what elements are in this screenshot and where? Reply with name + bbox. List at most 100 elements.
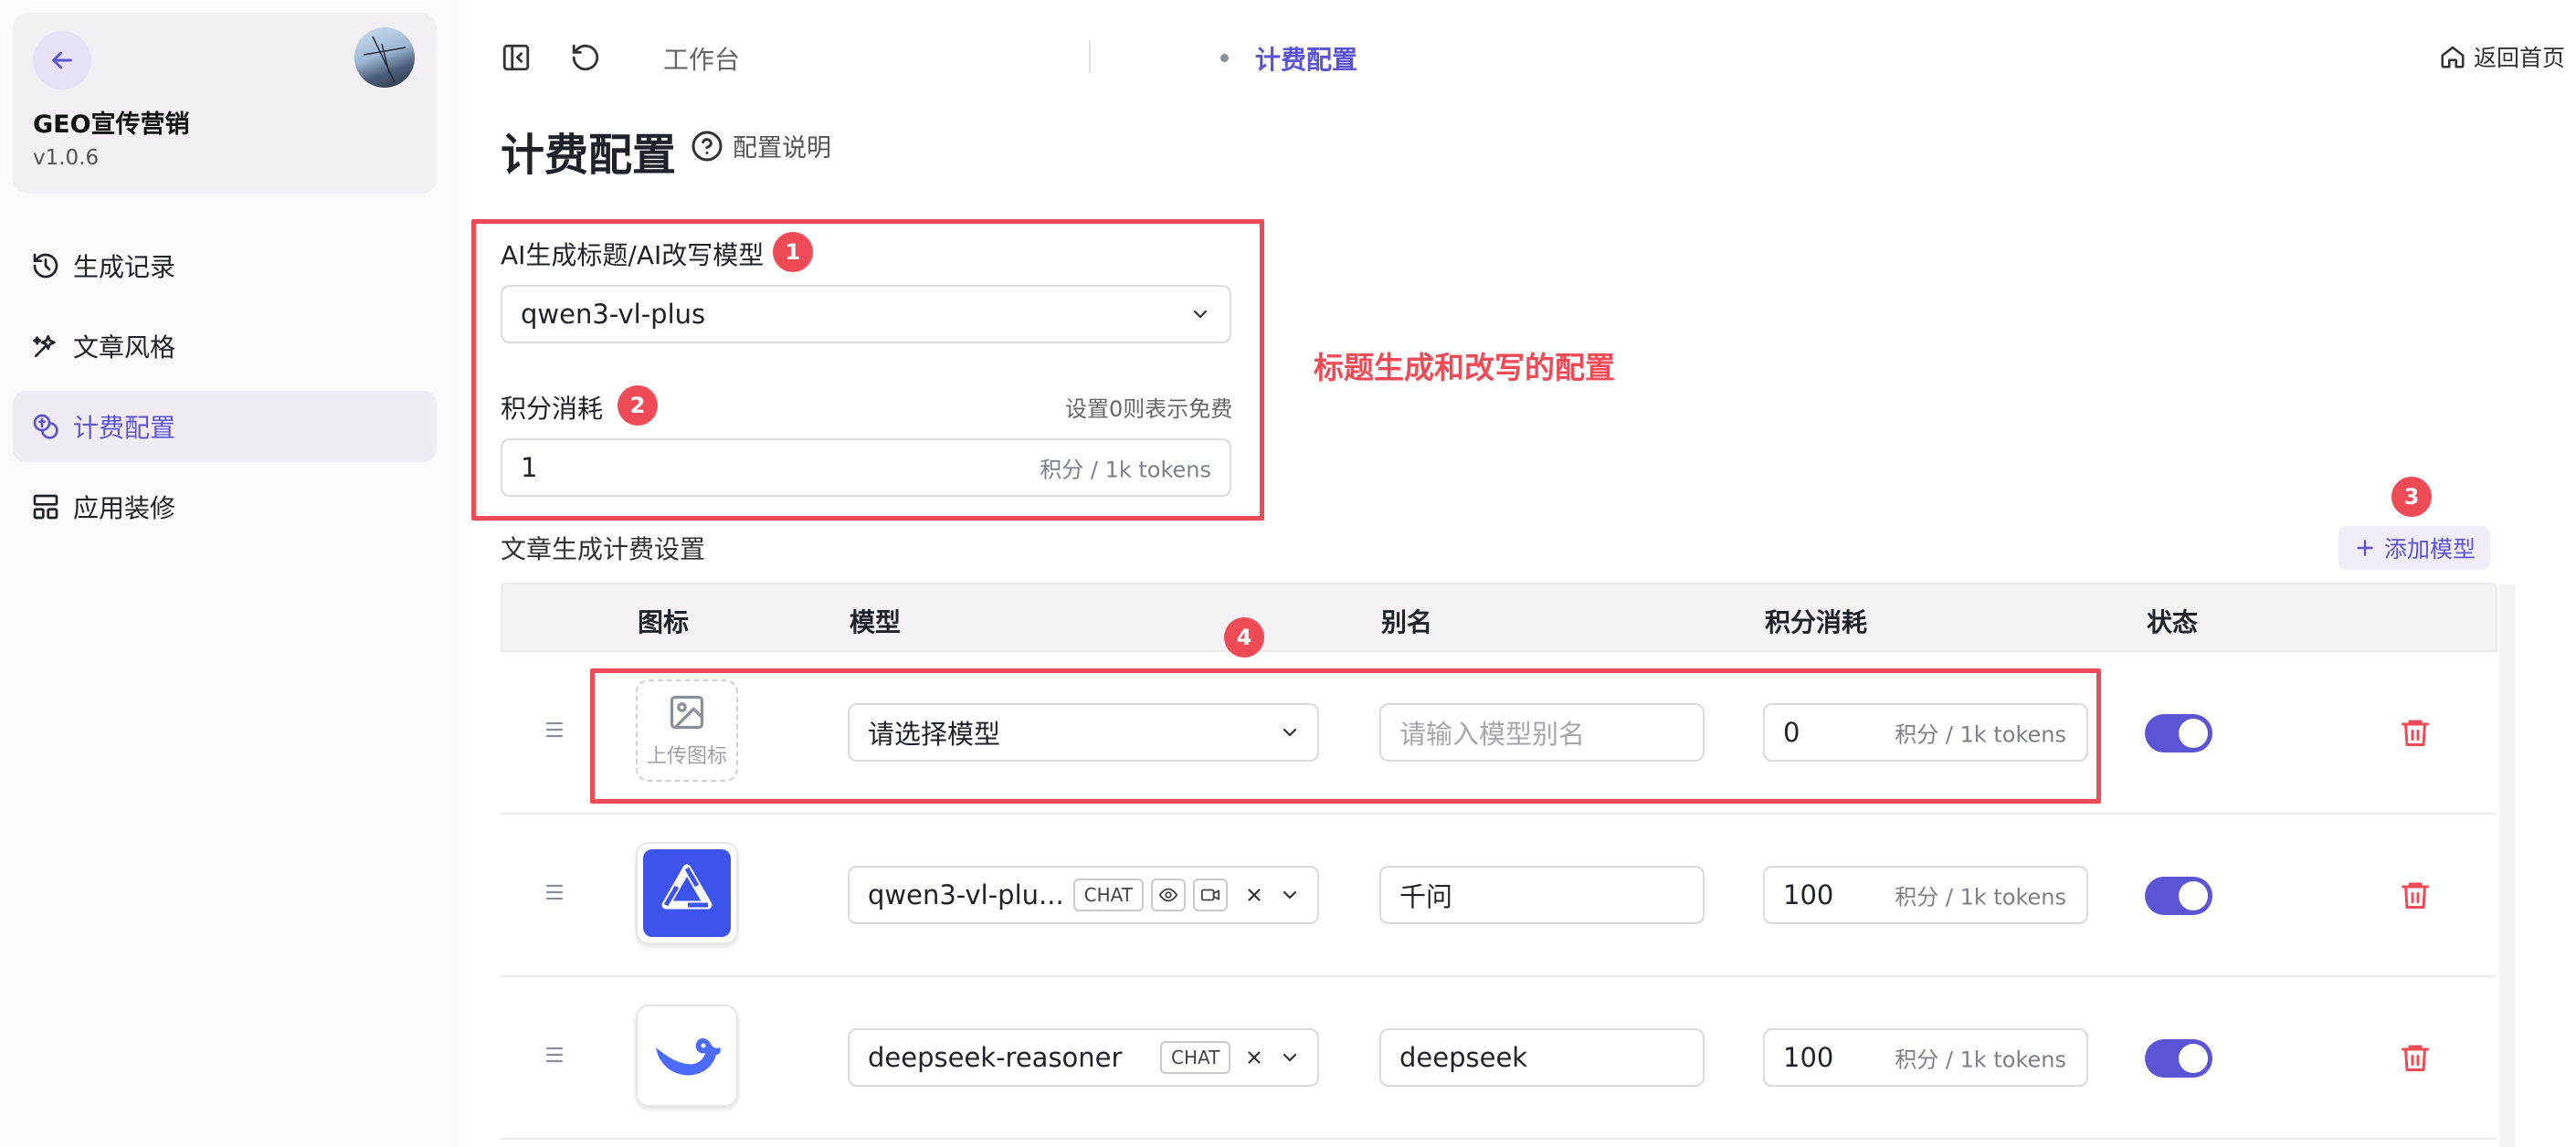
chevron-down-icon — [1193, 310, 1208, 319]
breadcrumb-current: 计费配置 — [1255, 45, 1358, 75]
drag-handle-icon[interactable] — [544, 1043, 565, 1067]
annotation-note: 标题生成和改写的配置 — [1314, 350, 1615, 385]
drag-handle-icon[interactable] — [544, 880, 565, 904]
sidebar-item-history[interactable]: 生成记录 — [13, 230, 437, 301]
title-model-value: qwen3-vl-plus — [521, 299, 706, 330]
points-field-label: 积分消耗 — [501, 394, 604, 424]
sidebar-nav: 生成记录 文章风格 计费配置 应用装修 — [13, 230, 437, 552]
breadcrumb-workspace[interactable]: 工作台 — [663, 40, 740, 77]
table-header: 图标 模型 别名 积分消耗 状态 — [501, 583, 2497, 652]
help-link[interactable]: 配置说明 — [691, 128, 831, 163]
deepseek-logo-icon — [636, 1005, 738, 1107]
points-value: 0 — [1783, 717, 1800, 748]
divider — [1089, 40, 1091, 73]
points-value: 100 — [1783, 879, 1834, 910]
breadcrumb-separator — [1220, 54, 1229, 62]
trash-icon[interactable] — [2399, 879, 2432, 911]
alias-input[interactable]: deepseek — [1379, 1028, 1705, 1087]
points-unit: 积分 / 1k tokens — [1040, 457, 1211, 483]
refresh-icon[interactable] — [570, 42, 601, 73]
back-button[interactable] — [33, 31, 91, 89]
video-icon — [1193, 879, 1229, 911]
table-row: deepseek-reasoner CHAT deepseek 100 积分 /… — [501, 977, 2497, 1140]
avatar[interactable] — [354, 27, 415, 88]
model-select[interactable]: 请选择模型 — [848, 703, 1319, 762]
help-link-label: 配置说明 — [733, 134, 831, 163]
add-model-button[interactable]: 添加模型 — [2338, 526, 2490, 570]
column-header-status: 状态 — [2147, 607, 2199, 637]
drag-handle-icon[interactable] — [544, 718, 565, 742]
home-link-label: 返回首页 — [2474, 45, 2566, 71]
model-select-value: deepseek-reasoner — [868, 1042, 1123, 1073]
chat-tag: CHAT — [1160, 1041, 1231, 1074]
column-header-icon: 图标 — [638, 607, 690, 637]
alias-input[interactable]: 请输入模型别名 — [1379, 703, 1705, 762]
title-model-select[interactable]: qwen3-vl-plus — [501, 285, 1231, 343]
status-toggle[interactable] — [2145, 877, 2212, 915]
image-icon — [670, 695, 704, 730]
chevron-down-icon — [1283, 728, 1297, 737]
sparkle-icon — [33, 335, 56, 357]
plus-icon — [2357, 540, 2373, 556]
status-toggle[interactable] — [2145, 714, 2212, 752]
points-input[interactable]: 100 积分 / 1k tokens — [1763, 1028, 2088, 1087]
qwen-logo-icon — [636, 842, 738, 944]
model-select[interactable]: qwen3-vl-plu... CHAT — [848, 866, 1319, 924]
app-version: v1.0.6 — [33, 146, 100, 170]
sidebar-item-decoration[interactable]: 应用装修 — [13, 471, 437, 542]
points-input[interactable]: 0 积分 / 1k tokens — [1763, 703, 2088, 762]
points-unit: 积分 / 1k tokens — [1895, 1047, 2066, 1073]
upload-label: 上传图标 — [646, 745, 727, 768]
alias-input[interactable]: 千问 — [1379, 866, 1705, 924]
points-input[interactable]: 100 积分 / 1k tokens — [1763, 866, 2088, 924]
add-model-label: 添加模型 — [2383, 536, 2476, 563]
points-value: 100 — [1783, 1042, 1834, 1073]
chevron-down-icon — [1283, 1053, 1297, 1062]
upload-icon-button[interactable]: 上传图标 — [636, 679, 738, 782]
trash-icon[interactable] — [2399, 1041, 2432, 1074]
status-toggle[interactable] — [2145, 1039, 2212, 1078]
coins-icon — [33, 414, 58, 439]
section-title: 文章生成计费设置 — [501, 534, 706, 564]
title-points-value: 1 — [521, 452, 538, 483]
model-select-value: qwen3-vl-plu... — [868, 879, 1064, 910]
chat-tag: CHAT — [1072, 879, 1145, 911]
clear-icon[interactable] — [1244, 1047, 1264, 1068]
annotation-badge-3: 3 — [2391, 477, 2432, 517]
home-link[interactable]: 返回首页 — [2439, 40, 2565, 73]
column-header-points: 积分消耗 — [1765, 607, 1868, 637]
model-select-value: 请选择模型 — [868, 719, 1001, 750]
trash-icon[interactable] — [2399, 716, 2432, 749]
eye-icon — [1151, 879, 1187, 911]
app-name: GEO宣传营销 — [33, 110, 190, 139]
clear-icon[interactable] — [1244, 885, 1264, 905]
sidebar-item-label: 文章风格 — [73, 332, 176, 363]
billing-table: 图标 模型 别名 积分消耗 状态 上传图标 请选择模型 请输入模型别名 0 积分… — [501, 583, 2497, 1140]
sidebar-item-label: 计费配置 — [73, 413, 176, 443]
table-row: 上传图标 请选择模型 请输入模型别名 0 积分 / 1k tokens — [501, 652, 2497, 815]
arrow-left-icon — [52, 51, 72, 69]
model-select[interactable]: deepseek-reasoner CHAT — [848, 1028, 1319, 1087]
page-title: 计费配置 — [501, 130, 677, 181]
sidebar-item-label: 应用装修 — [73, 493, 176, 523]
annotation-badge-2: 2 — [618, 385, 658, 426]
points-unit: 积分 / 1k tokens — [1895, 721, 2066, 748]
sidebar-item-label: 生成记录 — [73, 252, 176, 282]
help-circle-icon — [692, 131, 723, 161]
title-points-input[interactable]: 1 积分 / 1k tokens — [501, 438, 1231, 497]
collapse-sidebar-icon[interactable] — [501, 42, 532, 73]
chevron-down-icon — [1283, 890, 1297, 900]
top-bar: 工作台 计费配置 返回首页 — [457, 0, 2576, 115]
table-row: qwen3-vl-plu... CHAT 千问 100 积分 / 1k toke… — [501, 815, 2497, 977]
model-field-label: AI生成标题/AI改写模型 — [501, 240, 765, 270]
alias-value: deepseek — [1399, 1042, 1528, 1073]
app-card: GEO宣传营销 v1.0.6 — [13, 13, 437, 194]
points-hint: 设置0则表示免费 — [1065, 396, 1233, 422]
sidebar-item-style[interactable]: 文章风格 — [13, 310, 437, 382]
sidebar-item-billing[interactable]: 计费配置 — [13, 391, 437, 462]
annotation-badge-4: 4 — [1224, 617, 1264, 658]
home-icon — [2441, 46, 2465, 68]
annotation-badge-1: 1 — [773, 232, 813, 272]
alias-value: 千问 — [1399, 881, 1453, 912]
scrollbar[interactable] — [2499, 584, 2516, 1147]
